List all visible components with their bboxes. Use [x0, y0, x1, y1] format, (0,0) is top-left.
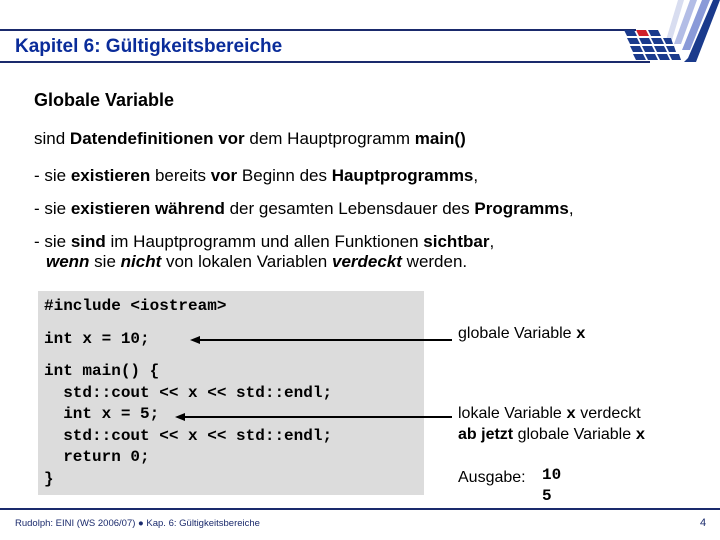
output-value: 5	[542, 487, 552, 505]
annotation-global-variable: globale Variable x	[458, 325, 586, 343]
footer-text: Rudolph: EINI (WS 2006/07) ● Kap. 6: Gül…	[15, 518, 260, 529]
text: globale Variable	[458, 325, 577, 342]
text: globale Variable	[513, 426, 636, 443]
arrow-local-variable	[175, 413, 452, 421]
page-number: 4	[700, 517, 707, 529]
text: verdeckt	[575, 405, 641, 422]
annotation-global-visible-again: ab jetzt globale Variable x	[458, 426, 645, 444]
output-label: Ausgabe:	[458, 469, 526, 486]
footer-line	[0, 508, 720, 510]
code-text: x	[635, 426, 646, 444]
code-text: x	[576, 325, 586, 343]
output-value: 10	[542, 466, 562, 484]
annotation-arrows	[175, 336, 452, 421]
annotation-local-variable: lokale Variable x verdeckt	[458, 405, 641, 423]
bold-text: ab jetzt	[458, 426, 514, 443]
code-text: x	[566, 405, 576, 423]
text: lokale Variable	[458, 405, 567, 422]
arrow-global-variable	[190, 336, 452, 344]
